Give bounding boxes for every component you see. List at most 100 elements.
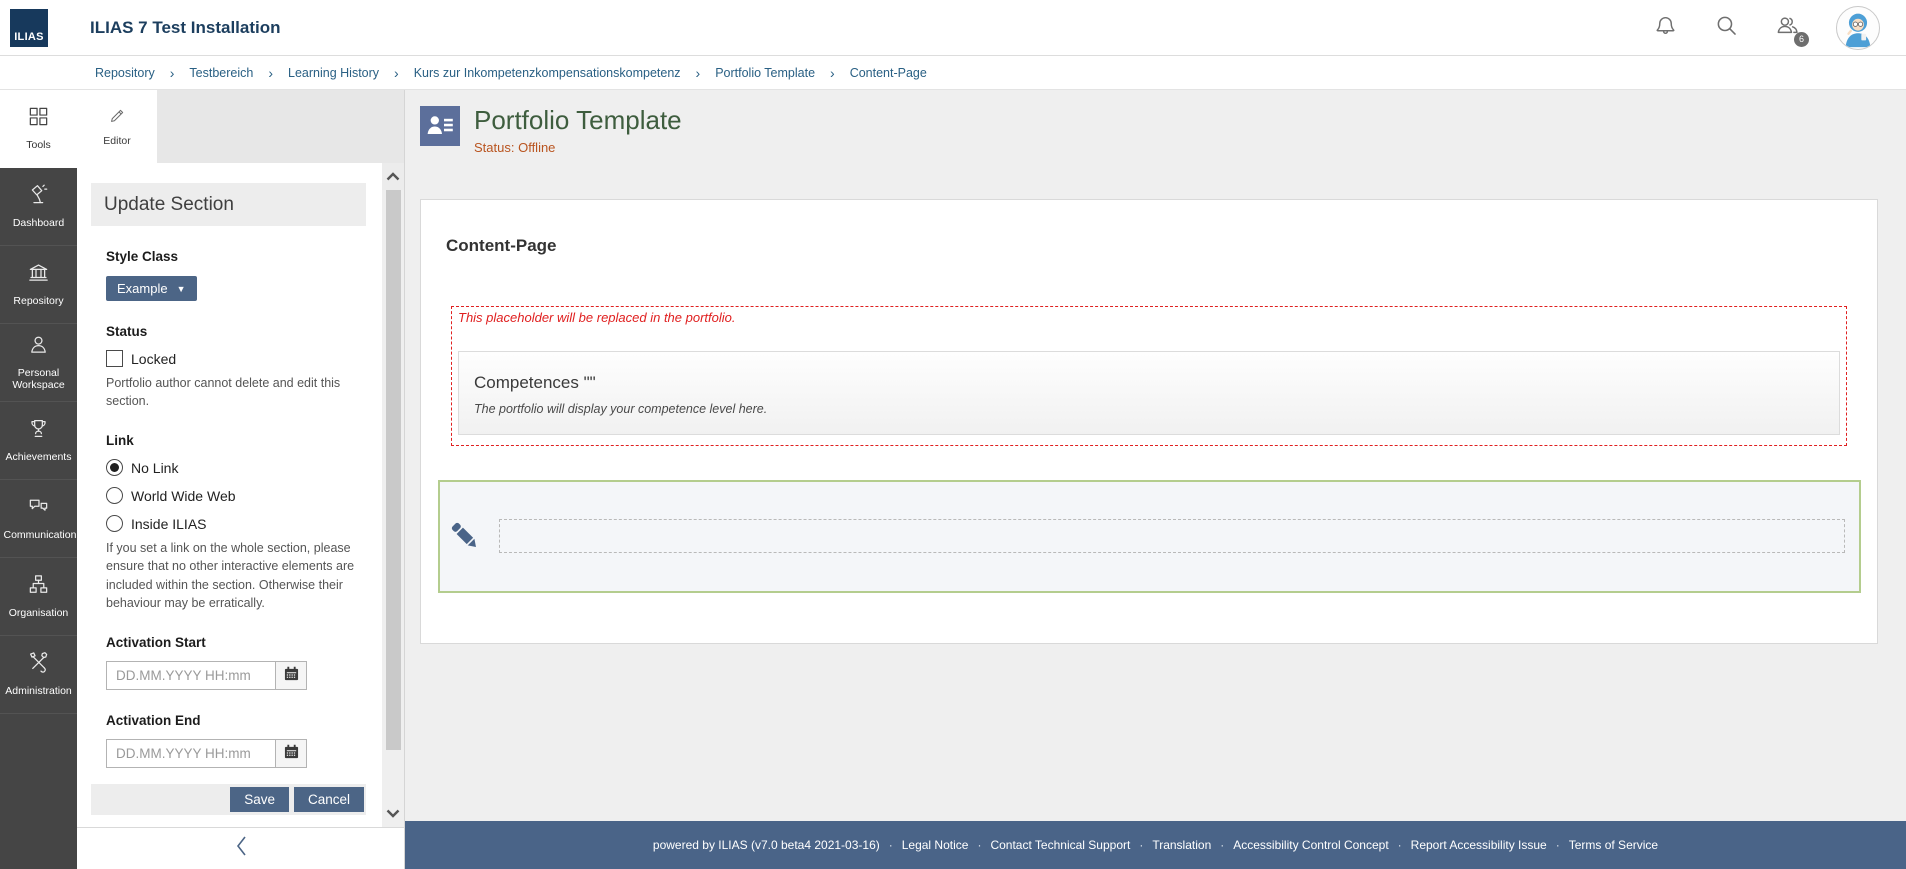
locked-checkbox-row: Locked xyxy=(106,350,366,367)
chevron-left-icon[interactable] xyxy=(233,834,249,863)
competences-box: Competences "" The portfolio will displa… xyxy=(458,350,1840,435)
breadcrumb-separator-icon: › xyxy=(695,64,701,81)
save-button[interactable]: Save xyxy=(230,786,289,812)
activation-start-input[interactable] xyxy=(107,661,275,689)
tools-panel: Editor Update Section Style Class Exampl… xyxy=(77,90,405,869)
powered-by-link[interactable]: powered by ILIAS (v7.0 beta4 2021-03-16) xyxy=(653,838,880,852)
footer-link-translation[interactable]: Translation xyxy=(1152,838,1211,852)
breadcrumb-separator-icon: › xyxy=(394,64,399,81)
building-icon xyxy=(27,261,50,288)
breadcrumb-separator-icon: › xyxy=(268,64,274,81)
content-page-card: Content-Page This placeholder will be re… xyxy=(420,198,1878,644)
activation-end-input[interactable] xyxy=(107,739,275,767)
ilias-app: ILIAS ILIAS 7 Test Installation 6 Reposi… xyxy=(0,0,1906,869)
page-title: Portfolio Template xyxy=(474,105,682,135)
form-title: Update Section xyxy=(91,183,366,226)
link-option-inside-ilias[interactable]: Inside ILIAS xyxy=(106,515,366,533)
pencil-icon xyxy=(108,106,127,128)
sidebar-item-organisation[interactable]: Organisation xyxy=(0,558,77,636)
style-class-label: Style Class xyxy=(106,249,179,264)
locked-help-text: Portfolio author cannot delete and edit … xyxy=(106,376,341,409)
locked-checkbox[interactable] xyxy=(106,350,123,367)
panel-scrollbar xyxy=(382,163,404,827)
chevron-up-icon xyxy=(386,168,400,186)
editor-drop-zone[interactable] xyxy=(499,519,1845,554)
footer-link-report-accessibility[interactable]: Report Accessibility Issue xyxy=(1411,838,1547,852)
main-content: Portfolio Template Status: Offline Conte… xyxy=(405,90,1906,869)
crossed-tools-icon xyxy=(27,651,50,678)
scroll-down-button[interactable] xyxy=(382,800,404,827)
radio-button[interactable] xyxy=(106,487,123,505)
scrollbar-thumb[interactable] xyxy=(385,190,401,750)
competences-text: The portfolio will display your competen… xyxy=(474,401,768,416)
sidebar-item-dashboard[interactable]: Dashboard xyxy=(0,168,77,246)
status-label: Status xyxy=(106,324,148,339)
sidebar-item-achievements[interactable]: Achievements xyxy=(0,402,77,480)
footer-link-accessibility-control[interactable]: Accessibility Control Concept xyxy=(1233,838,1388,852)
activation-start-group xyxy=(106,660,307,690)
main-sidebar: Tools Dashboard Repository Personal Work… xyxy=(0,90,77,869)
user-avatar[interactable] xyxy=(1836,5,1880,50)
breadcrumb-item[interactable]: Testbereich xyxy=(189,66,253,80)
activation-start-calendar-button[interactable] xyxy=(275,661,306,689)
footer-link-contact-support[interactable]: Contact Technical Support xyxy=(990,838,1130,852)
person-icon xyxy=(27,333,50,360)
placeholder-note: This placeholder will be replaced in the… xyxy=(458,309,736,325)
radio-button[interactable] xyxy=(106,515,123,533)
breadcrumb-separator-icon: › xyxy=(169,64,175,81)
sidebar-item-repository[interactable]: Repository xyxy=(0,246,77,324)
sidebar-item-personal-workspace[interactable]: Personal Workspace xyxy=(0,324,77,402)
link-help-text: If you set a link on the whole section, … xyxy=(106,541,355,610)
portfolio-template-icon xyxy=(420,106,460,146)
search-button[interactable] xyxy=(1714,13,1739,43)
breadcrumb-item[interactable]: Kurs zur Inkompetenzkompensationskompete… xyxy=(414,66,681,80)
link-option-world-wide-web[interactable]: World Wide Web xyxy=(106,487,366,505)
link-label: Link xyxy=(106,433,134,449)
breadcrumb: Repository › Testbereich › Learning Hist… xyxy=(0,56,1906,90)
competences-title: Competences "" xyxy=(474,372,596,392)
breadcrumb-item[interactable]: Repository xyxy=(95,66,155,80)
desk-lamp-icon xyxy=(27,183,50,210)
editor-add-area xyxy=(438,479,1861,593)
link-option-no-link[interactable]: No Link xyxy=(106,459,366,477)
top-bar: ILIAS ILIAS 7 Test Installation 6 xyxy=(0,0,1906,56)
calendar-icon xyxy=(284,744,299,762)
ilias-logo[interactable]: ILIAS xyxy=(10,8,48,47)
placeholder-area: This placeholder will be replaced in the… xyxy=(451,305,1847,446)
breadcrumb-item[interactable]: Portfolio Template xyxy=(715,66,815,80)
section-title: Content-Page xyxy=(446,235,557,255)
breadcrumb-item[interactable]: Content-Page xyxy=(850,66,927,80)
activation-end-calendar-button[interactable] xyxy=(275,739,306,767)
calendar-icon xyxy=(284,666,299,684)
sidebar-item-tools[interactable]: Tools xyxy=(0,90,77,168)
scroll-up-button[interactable] xyxy=(382,163,404,190)
radio-button[interactable] xyxy=(106,459,123,477)
breadcrumb-separator-icon: › xyxy=(830,64,835,81)
sidebar-item-communication[interactable]: Communication xyxy=(0,480,77,558)
cancel-button[interactable]: Cancel xyxy=(293,786,364,812)
footer-link-terms-of-service[interactable]: Terms of Service xyxy=(1569,838,1658,852)
page-header: Portfolio Template Status: Offline xyxy=(420,105,1878,155)
tab-editor[interactable]: Editor xyxy=(77,90,157,163)
form-action-bar: Save Cancel xyxy=(91,783,366,815)
installation-title[interactable]: ILIAS 7 Test Installation xyxy=(90,18,281,38)
awareness-count-badge: 6 xyxy=(1794,31,1809,47)
trophy-icon xyxy=(27,417,50,444)
awareness-button[interactable]: 6 xyxy=(1775,13,1809,47)
activation-start-label: Activation Start xyxy=(106,634,206,650)
page-footer: powered by ILIAS (v7.0 beta4 2021-03-16)… xyxy=(405,821,1906,869)
activation-end-label: Activation End xyxy=(106,712,201,728)
bell-icon xyxy=(1653,13,1678,43)
tools-tab-row: Editor xyxy=(77,90,404,163)
edit-pencil-icon xyxy=(441,512,489,560)
notifications-button[interactable] xyxy=(1653,13,1678,43)
chat-bubbles-icon xyxy=(27,495,50,522)
breadcrumb-item[interactable]: Learning History xyxy=(288,66,379,80)
update-section-form: Update Section Style Class Example ▼ Sta… xyxy=(77,163,382,827)
footer-link-legal-notice[interactable]: Legal Notice xyxy=(902,838,969,852)
chevron-down-icon xyxy=(386,805,400,823)
activation-end-group xyxy=(106,738,307,768)
sidebar-item-administration[interactable]: Administration xyxy=(0,636,77,714)
style-class-dropdown[interactable]: Example ▼ xyxy=(106,276,197,301)
chevron-down-icon: ▼ xyxy=(176,283,186,294)
